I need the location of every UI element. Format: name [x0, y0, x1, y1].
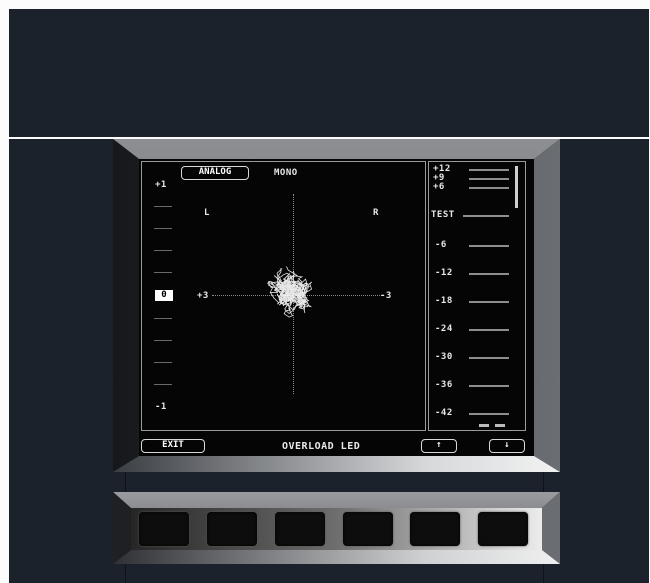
meter-segment — [469, 187, 509, 189]
meter-segment — [469, 413, 509, 415]
meter-label: TEST — [431, 210, 455, 220]
meter-peak-indicator — [479, 424, 489, 427]
meter-segment — [463, 215, 509, 217]
meter-label: -42 — [435, 408, 453, 418]
hardware-button-3[interactable] — [275, 512, 325, 546]
hardware-button-6[interactable] — [478, 512, 528, 546]
meter-segment — [469, 273, 509, 275]
meter-label: +6 — [433, 182, 445, 192]
meter-segment — [469, 329, 509, 331]
meter-segment — [469, 245, 509, 247]
meter-label: -18 — [435, 296, 453, 306]
meter-label: -6 — [435, 240, 447, 250]
level-meter: +12 +9 +6 TEST -6 -12 -18 -24 -30 -36 -4… — [428, 161, 526, 431]
meter-segment — [469, 357, 509, 359]
phase-trace — [267, 266, 313, 318]
meter-label: -24 — [435, 324, 453, 334]
exit-button[interactable]: EXIT — [141, 439, 205, 453]
meter-label: -36 — [435, 380, 453, 390]
button-strip — [131, 508, 542, 550]
display-screen: ANALOG MONO +1 L R 0 -1 +3 -3 +12 +9 +6 … — [139, 159, 534, 456]
overload-led-label: OVERLOAD LED — [282, 441, 361, 452]
meter-segment — [469, 385, 509, 387]
meter-segment — [469, 178, 509, 180]
scroll-up-button[interactable]: ↑ — [421, 439, 457, 453]
goniometer-display: ANALOG MONO +1 L R 0 -1 +3 -3 — [141, 161, 426, 431]
meter-scrollbar[interactable] — [515, 166, 518, 208]
meter-peak-indicator — [495, 424, 505, 427]
meter-label: -12 — [435, 268, 453, 278]
top-panel — [9, 9, 649, 137]
hardware-button-5[interactable] — [410, 512, 460, 546]
meter-label: -30 — [435, 352, 453, 362]
hardware-button-2[interactable] — [207, 512, 257, 546]
scroll-down-button[interactable]: ↓ — [489, 439, 525, 453]
meter-segment — [469, 169, 509, 171]
hardware-button-1[interactable] — [139, 512, 189, 546]
hardware-button-4[interactable] — [343, 512, 393, 546]
meter-segment — [469, 301, 509, 303]
